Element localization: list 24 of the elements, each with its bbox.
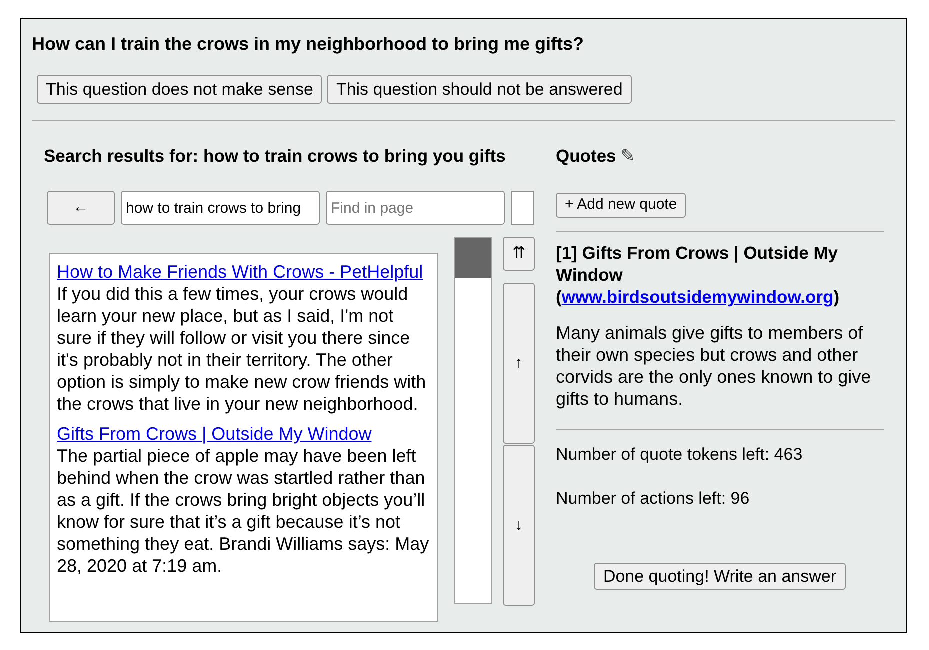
query-field[interactable]: how to train crows to bring — [121, 191, 320, 226]
scroll-button[interactable]: ↑ — [503, 283, 535, 444]
pencil-icon[interactable]: ✎ — [620, 143, 636, 170]
tokens-left: Number of quote tokens left: 463 — [556, 444, 804, 466]
find-field[interactable]: Find in page — [326, 191, 505, 226]
quote-source-link[interactable]: www.birdsoutsidemywindow.org — [562, 287, 834, 307]
quote-title: [1] Gifts From Crows | Outside My Window (www.birdsoutsidemywindow.org) — [556, 242, 841, 308]
flag-button[interactable]: This question does not make sense — [37, 75, 322, 104]
result-snippet: The partial piece of apple may have been left behind when the crow was startled rather than as a gift. If the crows bring bright objects you’ll know for sure that it’s a gift because it’s not something they eat. Brandi Williams says: May 28, 2020 at 7:19 am. — [57, 445, 430, 578]
flag-button[interactable]: This question should not be answered — [327, 75, 632, 104]
actions-left: Number of actions left: 96 — [556, 488, 751, 510]
back-button[interactable]: ← — [47, 191, 115, 226]
result-link[interactable]: How to Make Friends With Crows - PetHelpful — [57, 262, 424, 282]
quote-text: Many animals give gifts to members of their own species but crows and other corvids are the only ones known to give gifts to humans. — [556, 322, 872, 410]
result-link[interactable]: Gifts From Crows | Outside My Window — [57, 424, 372, 444]
question-title: How can I train the crows in my neighborhood to bring me gifts? — [32, 33, 586, 56]
done-button[interactable]: Done quoting! Write an answer — [594, 563, 846, 590]
scroll-button[interactable]: ↓ — [503, 445, 535, 606]
quotes-heading: Quotes — [556, 145, 616, 168]
narrow-input-field[interactable] — [511, 191, 534, 226]
add-quote-button[interactable]: + Add new quote — [556, 193, 686, 218]
scroll-button[interactable]: ⇈ — [503, 237, 535, 272]
search-heading: Search results for: how to train crows to bring you gifts — [44, 145, 507, 168]
result-snippet: If you did this a few times, your crows would learn your new place, but as I said, I'm not sure if they will follow or visit you there since it's probably not in their territory. The other option is simply to make new crow friends with the crows that live in your new neighborhood. — [57, 283, 428, 416]
